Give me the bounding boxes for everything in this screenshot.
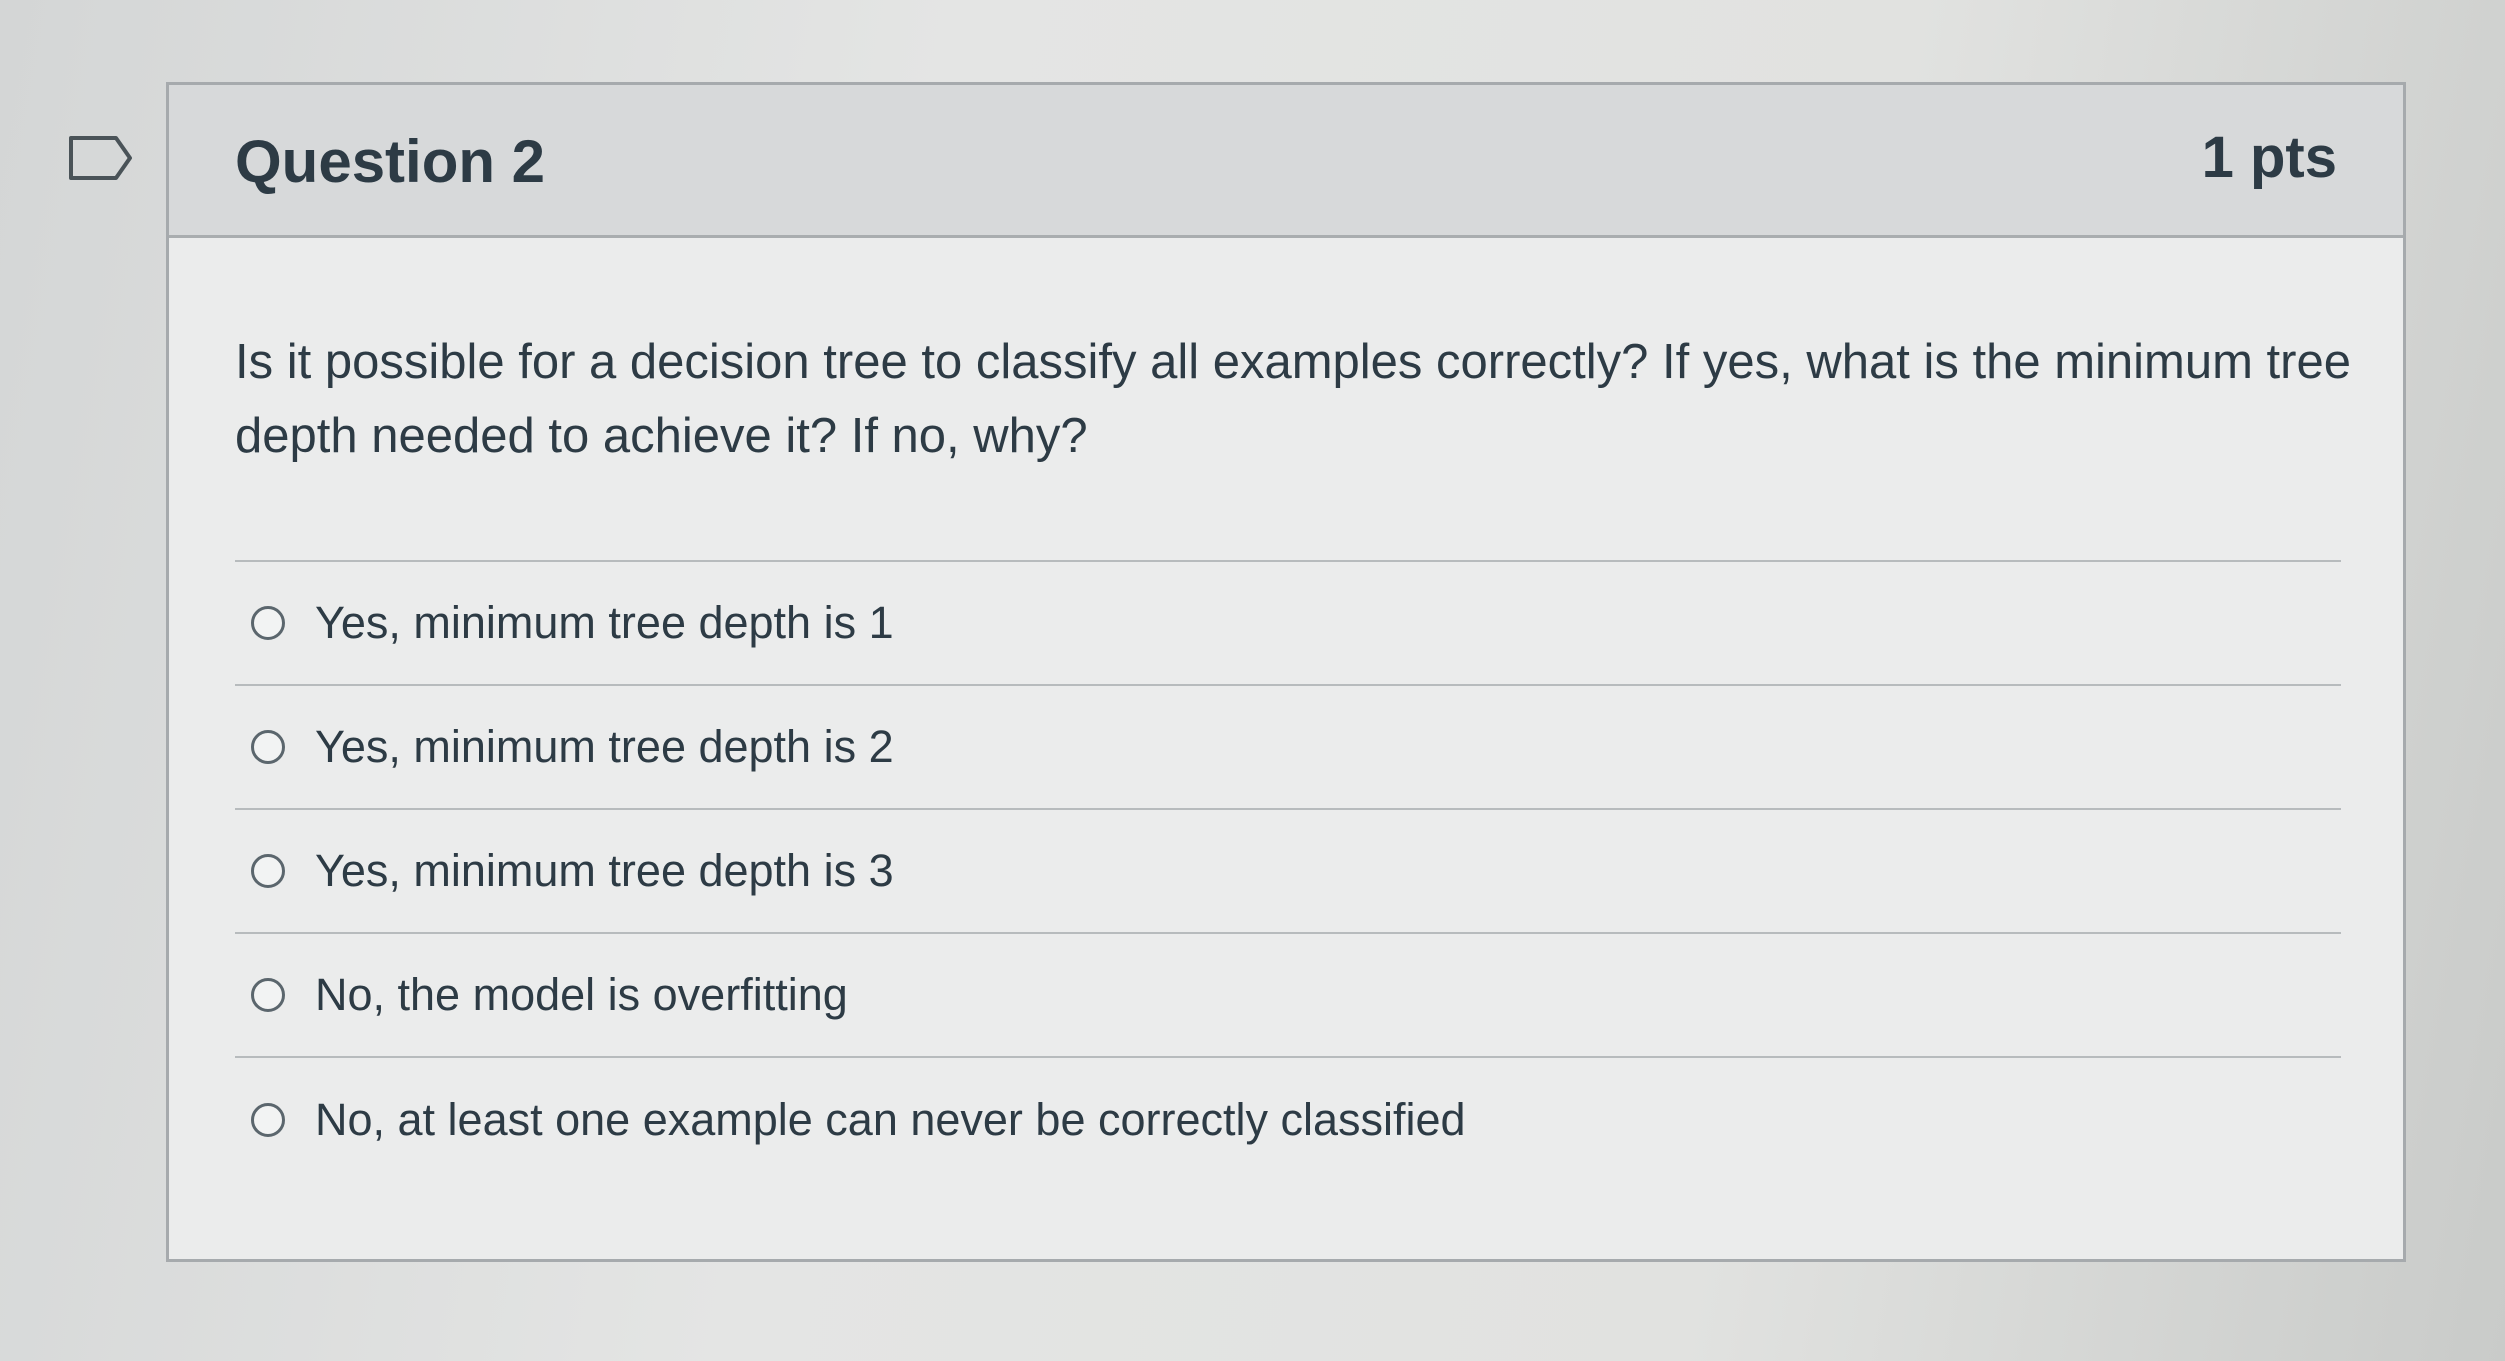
question-card: Question 2 1 pts Is it possible for a de… xyxy=(166,82,2406,1262)
flag-question-icon[interactable] xyxy=(68,135,134,181)
answer-option-1[interactable]: Yes, minimum tree depth is 1 xyxy=(235,562,2341,686)
question-points: 1 pts xyxy=(2201,125,2337,190)
answer-label[interactable]: No, at least one example can never be co… xyxy=(315,1090,1466,1150)
answer-option-4[interactable]: No, the model is overfitting xyxy=(235,934,2341,1058)
answer-label[interactable]: Yes, minimum tree depth is 2 xyxy=(315,717,894,777)
radio-button[interactable] xyxy=(251,606,285,640)
answer-option-2[interactable]: Yes, minimum tree depth is 2 xyxy=(235,686,2341,810)
radio-button[interactable] xyxy=(251,854,285,888)
answer-option-5[interactable]: No, at least one example can never be co… xyxy=(235,1058,2341,1182)
answer-label[interactable]: No, the model is overfitting xyxy=(315,965,848,1025)
question-text: Is it possible for a decision tree to cl… xyxy=(235,335,2351,463)
answer-label[interactable]: Yes, minimum tree depth is 1 xyxy=(315,593,894,653)
question-title: Question 2 xyxy=(235,128,546,195)
question-header: Question 2 1 pts xyxy=(169,85,2403,238)
radio-button[interactable] xyxy=(251,978,285,1012)
answer-label[interactable]: Yes, minimum tree depth is 3 xyxy=(315,841,894,901)
answer-option-3[interactable]: Yes, minimum tree depth is 3 xyxy=(235,810,2341,934)
radio-button[interactable] xyxy=(251,1103,285,1137)
answer-list: Yes, minimum tree depth is 1 Yes, minimu… xyxy=(235,560,2341,1182)
radio-button[interactable] xyxy=(251,730,285,764)
